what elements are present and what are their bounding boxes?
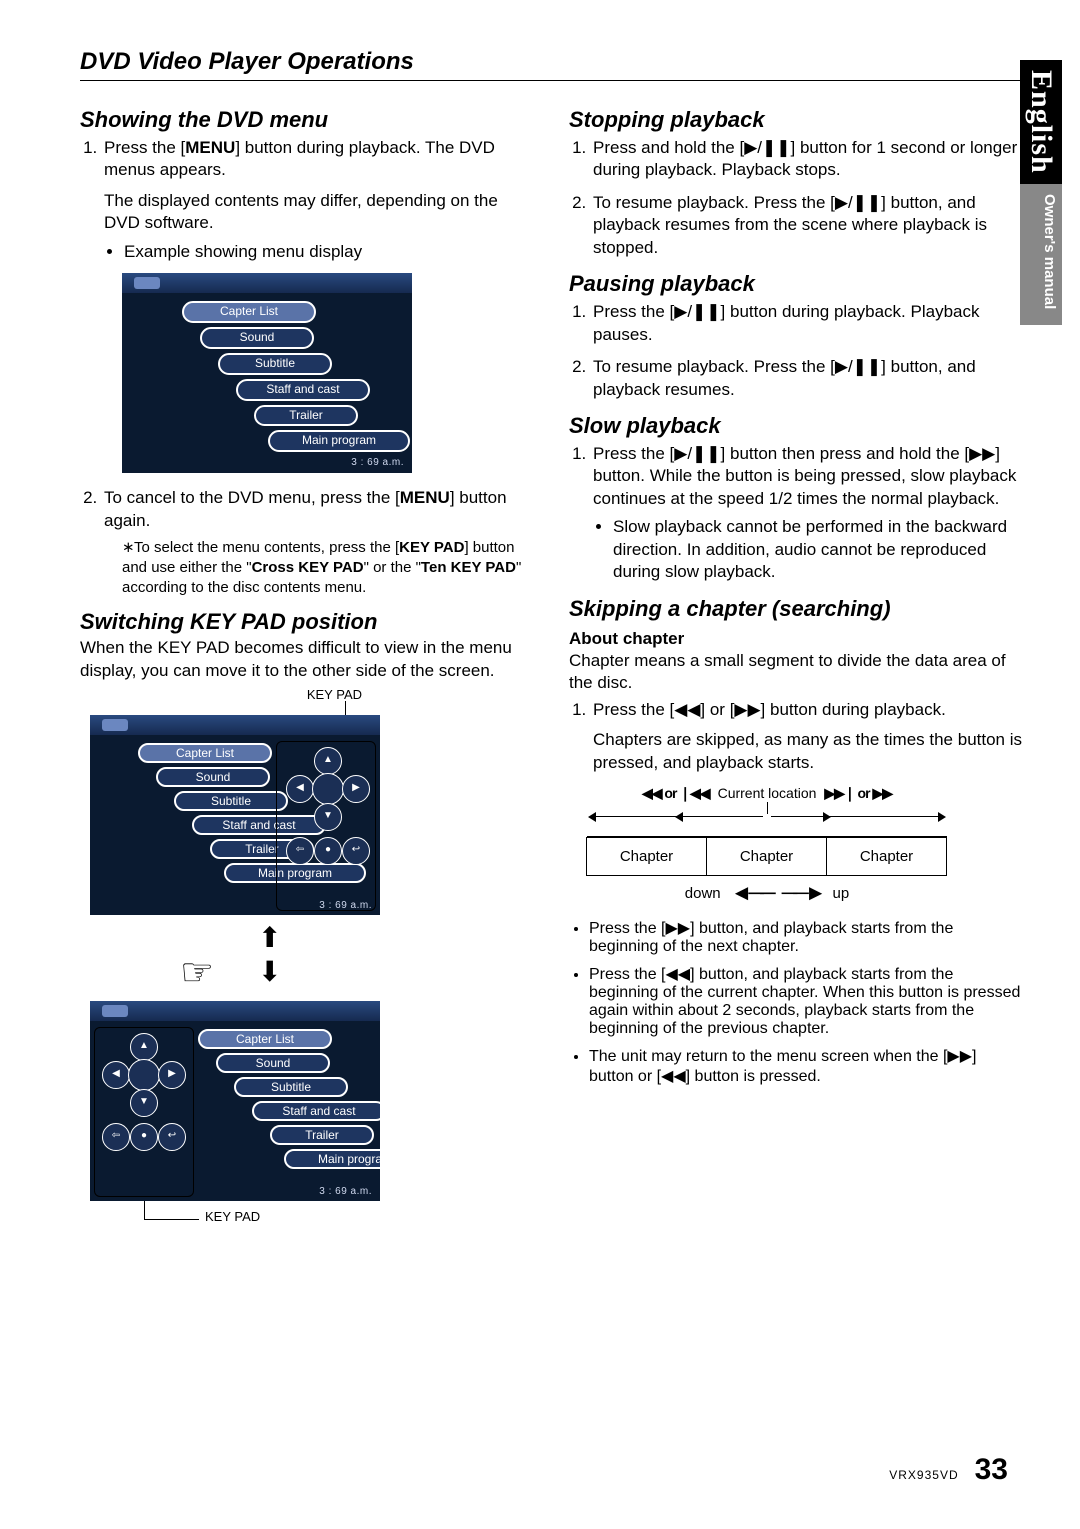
section-showing-dvd-menu: Showing the DVD menu — [80, 107, 533, 133]
about-chapter-body: Chapter means a small segment to divide … — [569, 650, 1022, 695]
select-menu-note: ∗To select the menu contents, press the … — [122, 538, 533, 597]
step-1: Press the [MENU] button during playback.… — [102, 137, 533, 473]
skip-step-1: Press the [◀◀] or [▶▶] button during pla… — [591, 699, 1022, 774]
chapter-diagram: ◀◀ or ❘◀◀ Current location ▶▶❘ or ▶▶ Cha… — [587, 786, 947, 904]
section-pausing-playback: Pausing playback — [569, 271, 1022, 297]
dvd-menu-item: Capter List — [182, 301, 316, 323]
section-slow-playback: Slow playback — [569, 413, 1022, 439]
keypad-cluster: ▲◀ ▶▼ ⇦●↩ — [282, 747, 372, 877]
right-column: Stopping playback Press and hold the [▶/… — [569, 95, 1022, 1228]
keypad-bottom-label: KEY PAD — [205, 1209, 260, 1224]
arrow-left-icon: ◄── — [731, 882, 772, 904]
stop-step-1: Press and hold the [▶/❚❚] button for 1 s… — [591, 137, 1022, 182]
slow-note: Slow playback cannot be performed in the… — [613, 516, 1022, 583]
pause-step-2: To resume playback. Press the [▶/❚❚] but… — [591, 356, 1022, 401]
page-footer: VRX935VD 33 — [889, 1453, 1008, 1487]
skip-note-1: Press the [▶▶] button, and playback star… — [589, 918, 1022, 956]
switching-keypad-body: When the KEY PAD becomes difficult to vi… — [80, 637, 533, 682]
arrow-down-icon: ⬇ — [258, 955, 281, 988]
dvd-menu-item: Trailer — [254, 405, 358, 427]
about-chapter-sub: About chapter — [569, 628, 1022, 650]
arrow-up-icon: ⬆ — [258, 921, 281, 954]
running-head: DVD Video Player Operations — [80, 48, 1022, 76]
doc-type-tab: Owner's manual — [1020, 184, 1062, 325]
rewind-icon: ◀◀ or ❘◀◀ — [642, 786, 710, 800]
skip-note-2: Press the [◀◀] button, and playback star… — [589, 964, 1022, 1038]
header-rule — [80, 80, 1022, 81]
section-skipping-chapter: Skipping a chapter (searching) — [569, 596, 1022, 622]
stop-step-2: To resume playback. Press the [▶/❚❚] but… — [591, 192, 1022, 259]
manual-page: English Owner's manual DVD Video Player … — [0, 0, 1080, 1529]
chapter-box: Chapter — [826, 837, 947, 876]
skip-note-3: The unit may return to the menu screen w… — [589, 1046, 1022, 1086]
model-number: VRX935VD — [889, 1468, 958, 1482]
keypad-top-label: KEY PAD — [90, 688, 380, 701]
dvd-menu-item: Main program — [268, 430, 410, 452]
keypad-leader-line: KEY PAD — [144, 1201, 199, 1220]
dvd-menu-item: Sound — [200, 327, 314, 349]
up-label: up — [833, 885, 850, 902]
dvd-menu-item: Staff and cast — [236, 379, 370, 401]
forward-icon: ▶▶❘ or ▶▶ — [824, 786, 892, 800]
page-number: 33 — [975, 1453, 1008, 1487]
keypad-cluster: ▲◀ ▶▼ ⇦●↩ — [98, 1033, 188, 1163]
chapter-box: Chapter — [586, 837, 707, 876]
section-stopping-playback: Stopping playback — [569, 107, 1022, 133]
section-switching-keypad: Switching KEY PAD position — [80, 609, 533, 635]
down-label: down — [685, 885, 721, 902]
left-column: Showing the DVD menu Press the [MENU] bu… — [80, 95, 533, 1228]
showing-menu-steps: Press the [MENU] button during playback.… — [80, 137, 533, 597]
current-location-label: Current location — [718, 786, 817, 800]
drag-arrows: ☞ ⬆ ⬇ — [90, 921, 380, 995]
slow-step-1: Press the [▶/❚❚] button then press and h… — [591, 443, 1022, 584]
dvd-menu-screenshot: Capter List Sound Subtitle Staff and cas… — [122, 273, 412, 473]
side-tab: English Owner's manual — [1020, 60, 1062, 325]
hand-icon: ☞ — [180, 950, 214, 995]
keypad-panel-top: Capter List Sound Subtitle Staff and cas… — [90, 715, 380, 915]
arrow-right-icon: ──► — [782, 882, 823, 904]
language-tab: English — [1020, 60, 1062, 184]
step-2: To cancel to the DVD menu, press the [ME… — [102, 487, 533, 597]
dvd-menu-time: 3 : 69 a.m. — [351, 456, 404, 469]
chapter-box: Chapter — [706, 837, 827, 876]
pause-step-1: Press the [▶/❚❚] button during playback.… — [591, 301, 1022, 346]
keypad-figure: KEY PAD Capter List Sound Subtitle Staff… — [90, 688, 380, 1220]
keypad-panel-bottom: Capter List Sound Subtitle Staff and cas… — [90, 1001, 380, 1201]
example-bullet: Example showing menu display — [124, 241, 533, 263]
dvd-menu-item: Subtitle — [218, 353, 332, 375]
